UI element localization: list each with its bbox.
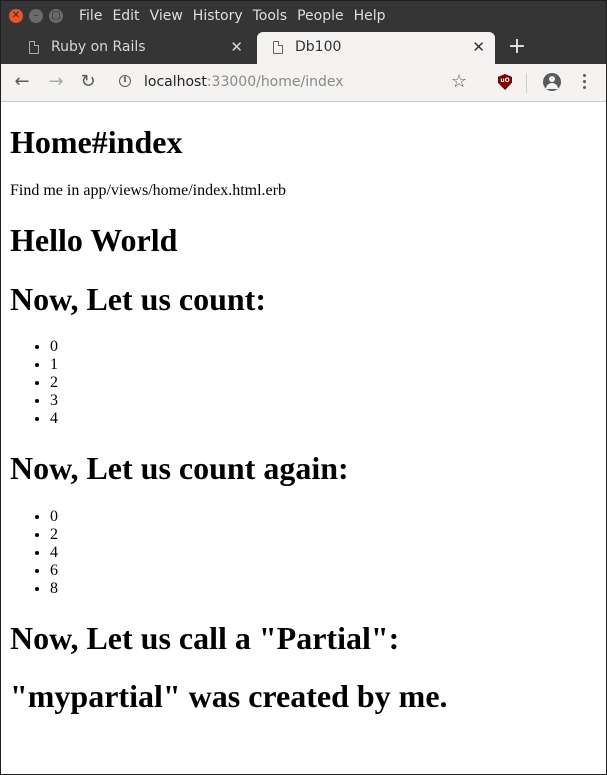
- more-menu-icon[interactable]: [579, 73, 591, 91]
- menu-people[interactable]: People: [297, 1, 344, 32]
- address-bar[interactable]: i localhost:33000/home/index: [107, 68, 485, 96]
- hello-heading: Hello World: [10, 222, 178, 258]
- find-me-text: Find me in app/views/home/index.html.erb: [10, 182, 286, 199]
- menu-bar: File Edit View History Tools People Help: [79, 1, 396, 32]
- partial-text: "mypartial" was created by me.: [10, 678, 448, 714]
- close-icon: ✕: [11, 10, 21, 21]
- browser-window: ✕ – □ File Edit View History Tools Peopl…: [0, 0, 607, 775]
- ublock-origin-icon[interactable]: uO: [498, 74, 512, 90]
- minimize-icon: –: [33, 10, 39, 21]
- list-item: 4: [50, 544, 58, 562]
- tab-title: Db100: [295, 39, 342, 55]
- menu-edit[interactable]: Edit: [112, 1, 139, 32]
- tab-close-icon[interactable]: ✕: [472, 32, 485, 62]
- info-icon[interactable]: i: [119, 75, 131, 87]
- page-icon: [29, 41, 39, 54]
- menu-view[interactable]: View: [150, 1, 183, 32]
- list-item: 6: [50, 562, 58, 580]
- list-item: 0: [50, 338, 58, 356]
- page-content: Home#index Find me in app/views/home/ind…: [1, 102, 606, 774]
- browser-toolbar: ← → ↻ i localhost:33000/home/index ☆ uO: [1, 64, 606, 102]
- window-minimize-button[interactable]: –: [29, 9, 43, 23]
- menu-tools[interactable]: Tools: [253, 1, 288, 32]
- window-maximize-button[interactable]: □: [49, 9, 63, 23]
- count-again-heading: Now, Let us count again:: [10, 450, 349, 486]
- url-host: localhost: [144, 74, 207, 90]
- count-again-list: 0 2 4 6 8: [1, 508, 58, 598]
- list-item: 0: [50, 508, 58, 526]
- new-tab-button[interactable]: +: [504, 32, 530, 64]
- tab-close-icon[interactable]: ✕: [230, 32, 243, 62]
- list-item: 4: [50, 410, 58, 428]
- forward-arrow-icon[interactable]: →: [43, 69, 69, 95]
- page-icon: [273, 41, 283, 54]
- tab-ruby-on-rails[interactable]: Ruby on Rails ✕: [13, 32, 253, 64]
- list-item: 8: [50, 580, 58, 598]
- menu-help[interactable]: Help: [354, 1, 386, 32]
- list-item: 2: [50, 374, 58, 392]
- url-path: :33000/home/index: [206, 74, 344, 90]
- tab-db100[interactable]: Db100 ✕: [257, 32, 495, 64]
- tab-strip: Ruby on Rails ✕ Db100 ✕ +: [1, 32, 606, 64]
- partial-heading: Now, Let us call a "Partial":: [10, 620, 400, 656]
- account-icon[interactable]: [543, 73, 561, 91]
- count-heading: Now, Let us count:: [10, 281, 267, 317]
- menu-file[interactable]: File: [79, 1, 102, 32]
- title-bar: ✕ – □ File Edit View History Tools Peopl…: [1, 1, 606, 32]
- list-item: 1: [50, 356, 58, 374]
- list-item: 2: [50, 526, 58, 544]
- back-arrow-icon[interactable]: ←: [9, 69, 35, 95]
- menu-history[interactable]: History: [193, 1, 243, 32]
- toolbar-divider: [526, 73, 527, 93]
- reload-icon[interactable]: ↻: [75, 69, 101, 95]
- page-heading: Home#index: [10, 124, 183, 160]
- list-item: 3: [50, 392, 58, 410]
- window-close-button[interactable]: ✕: [9, 9, 23, 23]
- url-text: localhost:33000/home/index: [144, 68, 344, 96]
- bookmark-star-icon[interactable]: ☆: [451, 70, 467, 94]
- count-list: 0 1 2 3 4: [1, 338, 58, 428]
- maximize-icon: □: [51, 10, 61, 21]
- tab-title: Ruby on Rails: [51, 39, 146, 55]
